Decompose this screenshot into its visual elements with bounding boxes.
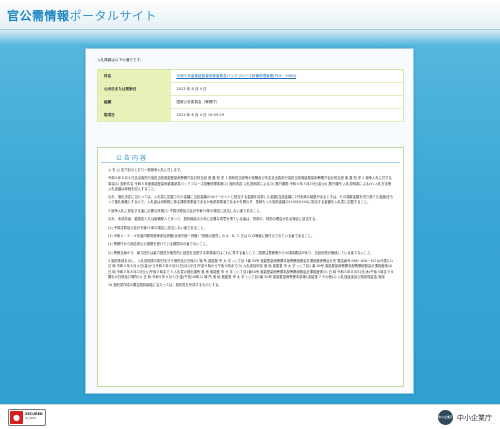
row-label: 件名 — [97, 69, 171, 83]
brand-logo-icon: 中小企業庁 — [438, 410, 453, 425]
brand-link[interactable]: 中小企業庁 中小企業庁 — [438, 410, 492, 425]
notice-title: 公告内容 — [116, 155, 149, 162]
notice-paragraph: 3 競争入札に参加する者に必要な資格(1) 予算決算及び会計令第70条の規定に該… — [108, 208, 263, 213]
seal-text: SECURED by JPRS — [25, 412, 43, 421]
info-table: 件名 令和５年度奥能登豪雨被害緊急バックフローズ設備修理事業[PDF：99KB]… — [97, 69, 404, 122]
row-value: 2023 年 8 月 4 日 — [170, 82, 404, 96]
lock-icon: ● — [10, 411, 23, 424]
notice-paragraph: なお、落札決定に当たっては、入札書に記載された金額に当該金額の10パーセントに相… — [108, 195, 394, 205]
notice-paragraph: (5) 警察当局から、暴力団又は暴力団員が実質的に経営を支配する事業者又はこれに… — [108, 250, 374, 255]
notice-body: 入 札 公 告下記のとおり一般競争入札に付します。 令和５年８月４日支出負担行為… — [108, 168, 394, 380]
site-header: 官公需情報ポータルサイト — [0, 0, 500, 30]
row-value: 国家公安委員会（警察庁） — [170, 95, 404, 109]
security-seal[interactable]: ● SECURED by JPRS — [8, 409, 46, 426]
notice-box: 公告内容 入 札 公 告下記のとおり一般競争入札に付します。 令和５年８月４日支… — [97, 147, 404, 387]
table-row: 公示日または更新日 2023 年 8 月 4 日 — [97, 82, 404, 96]
notice-paragraph: 入 札 公 告下記のとおり一般競争入札に付します。 — [108, 168, 184, 172]
divider — [101, 162, 400, 163]
notice-paragraph: (3) 令和４・５・６年度内閣府競争参加資格(全省庁統一資格)「役務の提供」の … — [108, 233, 315, 238]
notice-paragraph: 令和５年８月４日支出負担行為担当官奥能登豪雨警察庁会計担当官 奥 藤 知 史 1… — [108, 176, 392, 191]
table-row: 組織 国家公安委員会（警察庁） — [97, 95, 404, 109]
notice-paragraph: なお、未成年者、被保佐人又は被補助人であって、契約締結のために必要な同意を得てい… — [108, 217, 319, 222]
footer: ● SECURED by JPRS 中小企業庁 中小企業庁 — [0, 404, 500, 429]
row-value: 令和５年度奥能登豪雨被害緊急バックフローズ設備修理事業[PDF：99KB] — [170, 69, 404, 83]
brand-name: 中小企業庁 — [457, 413, 492, 422]
subject-link[interactable]: 令和５年度奥能登豪雨被害緊急バックフローズ設備修理事業[PDF：99KB] — [177, 74, 297, 78]
row-value: 2023 年 8 月 4 日 19:05:29 — [170, 108, 404, 122]
site-title-sub: ポータルサイト — [69, 9, 158, 23]
row-label: 組織 — [97, 95, 171, 109]
table-row: 取得日 2023 年 8 月 4 日 19:05:29 — [97, 108, 404, 122]
main-panel: 入札情報は以下の通りです。 件名 令和５年度奥能登豪雨被害緊急バックフローズ設備… — [85, 48, 414, 394]
table-row: 件名 令和５年度奥能登豪雨被害緊急バックフローズ設備修理事業[PDF：99KB] — [97, 69, 404, 83]
notice-paragraph: 10 契約書作成の要否契約締結に当たっては、契約書を作成するものとする。 — [108, 283, 222, 288]
site-title[interactable]: 官公需情報ポータルサイト — [7, 7, 157, 24]
row-label: 取得日 — [97, 108, 171, 122]
site-title-main: 官公需情報 — [7, 9, 70, 23]
row-label: 公示日または更新日 — [97, 82, 171, 96]
notice-paragraph: 4 契約条項を示し、入札説明書の配付を行う場所及び日時(1) 場 所 奥能登 市… — [108, 259, 394, 279]
notice-paragraph: (2) 予算決算及び会計令第71条の規定に該当しない者であること。 — [108, 225, 207, 230]
notice-paragraph: (4) 警察庁から指名停止の措置を受けている期間中の者でないこと。 — [108, 242, 210, 247]
intro-text: 入札情報は以下の通りです。 — [97, 58, 144, 62]
